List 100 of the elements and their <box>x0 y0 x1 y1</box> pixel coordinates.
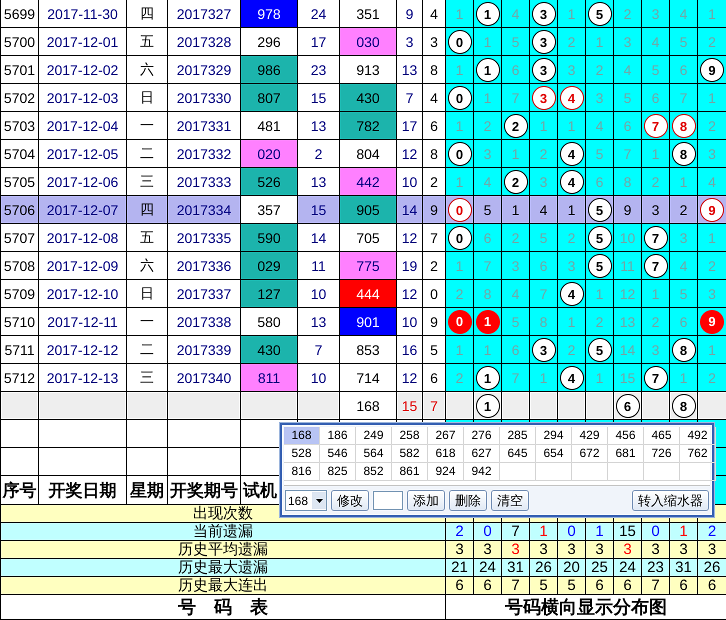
miss-count: 5 <box>642 56 670 84</box>
table-cell: 六 <box>126 252 168 280</box>
table-cell: 2017333 <box>168 168 240 196</box>
number-ball: 9 <box>700 310 724 334</box>
table-cell: 四 <box>126 0 168 28</box>
table-cell: 430 <box>240 336 298 364</box>
miss-count: 2 <box>558 28 586 56</box>
table-cell: 357 <box>240 196 298 224</box>
number-item[interactable]: 825 <box>320 463 356 481</box>
number-item[interactable]: 627 <box>464 445 500 463</box>
number-item[interactable]: 276 <box>464 427 500 445</box>
popup-button[interactable]: 清空 <box>491 490 529 511</box>
table-cell: 2017-12-09 <box>38 252 126 280</box>
number-item[interactable]: 186 <box>320 427 356 445</box>
miss-count: 2 <box>698 252 726 280</box>
stat-value: 20 <box>558 558 586 576</box>
number-item[interactable]: 852 <box>356 463 392 481</box>
number-item[interactable]: 285 <box>500 427 536 445</box>
stat-label: 历史平均遗漏 <box>0 540 446 558</box>
miss-count: 3 <box>698 140 726 168</box>
miss-count: 4 <box>698 168 726 196</box>
miss-count: 1 <box>698 84 726 112</box>
table-cell: 2 <box>422 252 446 280</box>
number-item[interactable]: 456 <box>608 427 644 445</box>
table-cell: 5706 <box>0 196 38 224</box>
miss-count: 1 <box>558 196 586 224</box>
number-item[interactable]: 654 <box>536 445 572 463</box>
miss-count: 1 <box>474 84 502 112</box>
miss-count: 7 <box>614 140 642 168</box>
miss-count: 1 <box>698 336 726 364</box>
popup-button[interactable]: 修改 <box>331 490 369 511</box>
miss-count: 5 <box>614 84 642 112</box>
number-item[interactable]: 942 <box>464 463 500 481</box>
miss-count: 4 <box>530 196 558 224</box>
stat-value: 2 <box>698 522 726 540</box>
table-cell: 2 <box>298 140 340 168</box>
miss-count: 2 <box>642 308 670 336</box>
number-item[interactable]: 267 <box>428 427 464 445</box>
table-cell: 二 <box>126 336 168 364</box>
miss-count: 6 <box>642 84 670 112</box>
number-item[interactable]: 924 <box>428 463 464 481</box>
table-cell: 5711 <box>0 336 38 364</box>
number-item[interactable]: 618 <box>428 445 464 463</box>
miss-count: 4 <box>614 56 642 84</box>
miss-count: 7 <box>530 280 558 308</box>
number-item[interactable]: 294 <box>536 427 572 445</box>
number-item[interactable]: 672 <box>572 445 608 463</box>
miss-count: 2 <box>558 224 586 252</box>
miss-count: 2 <box>530 140 558 168</box>
miss-count: 2 <box>614 0 642 28</box>
table-cell: 782 <box>340 112 396 140</box>
miss-count: 3 <box>642 0 670 28</box>
number-item[interactable]: 546 <box>320 445 356 463</box>
number-item[interactable]: 492 <box>680 427 716 445</box>
number-item[interactable]: 726 <box>644 445 680 463</box>
miss-count: 3 <box>670 224 698 252</box>
number-ball: 4 <box>560 366 584 390</box>
miss-count: 1 <box>446 0 474 28</box>
table-cell: 5700 <box>0 28 38 56</box>
number-item[interactable]: 816 <box>284 463 320 481</box>
number-item[interactable]: 528 <box>284 445 320 463</box>
table-cell: 8 <box>422 56 446 84</box>
input-field[interactable] <box>373 491 403 510</box>
number-ball: 3 <box>532 86 556 110</box>
table-cell: 526 <box>240 168 298 196</box>
table-cell: 3 <box>422 28 446 56</box>
number-item[interactable]: 762 <box>680 445 716 463</box>
popup-button[interactable]: 删除 <box>449 490 487 511</box>
number-item[interactable]: 564 <box>356 445 392 463</box>
popup-button[interactable]: 添加 <box>407 490 445 511</box>
number-item[interactable]: 582 <box>392 445 428 463</box>
number-ball: 3 <box>532 338 556 362</box>
stat-value: 3 <box>474 540 502 558</box>
table-cell: 一 <box>126 112 168 140</box>
number-item[interactable]: 861 <box>392 463 428 481</box>
stat-value: 31 <box>502 558 530 576</box>
table-cell: 2017-12-11 <box>38 308 126 336</box>
number-item[interactable]: 645 <box>500 445 536 463</box>
table-cell: 5708 <box>0 252 38 280</box>
table-cell: 3 <box>396 28 422 56</box>
miss-count: 1 <box>698 224 726 252</box>
miss-count: 2 <box>558 336 586 364</box>
empty-grid-cell <box>572 463 608 481</box>
number-item[interactable]: 465 <box>644 427 680 445</box>
table-cell: 5707 <box>0 224 38 252</box>
miss-count: 2 <box>670 196 698 224</box>
miss-count: 1 <box>474 336 502 364</box>
table-cell: 029 <box>240 252 298 280</box>
miss-count: 14 <box>614 336 642 364</box>
number-item[interactable]: 168 <box>284 427 320 445</box>
stat-value: 15 <box>614 522 642 540</box>
number-item[interactable]: 429 <box>572 427 608 445</box>
number-item[interactable]: 258 <box>392 427 428 445</box>
number-combo[interactable]: 168 <box>285 490 327 511</box>
number-ball: 0 <box>448 30 472 54</box>
popup-button[interactable]: 转入缩水器 <box>632 490 709 511</box>
table-cell: 5710 <box>0 308 38 336</box>
table-cell: 127 <box>240 280 298 308</box>
number-item[interactable]: 681 <box>608 445 644 463</box>
table-cell: 7 <box>396 84 422 112</box>
